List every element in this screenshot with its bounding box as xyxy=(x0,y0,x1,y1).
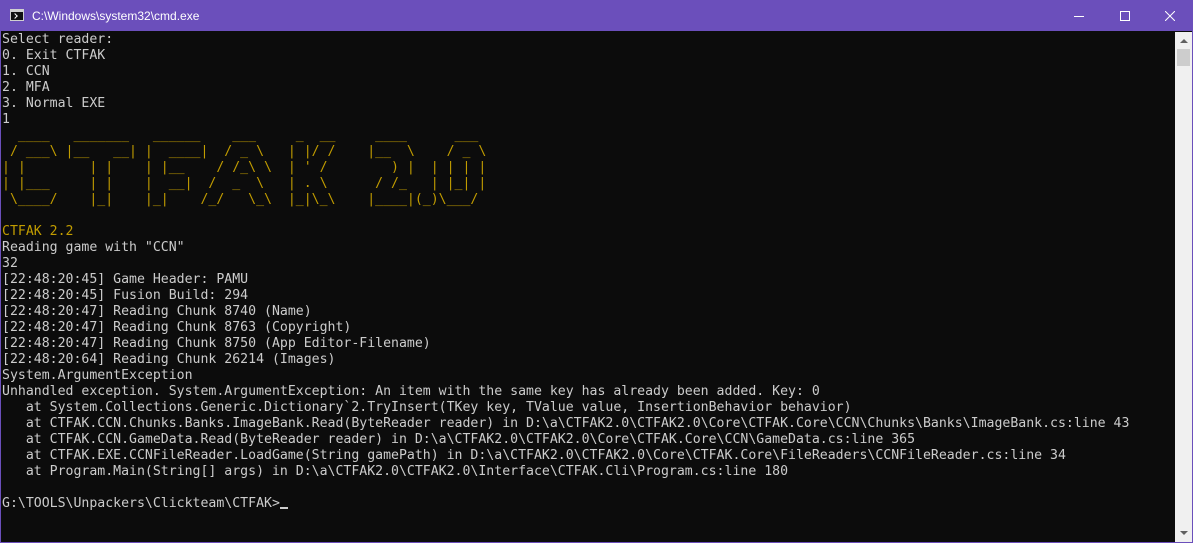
console-icon[interactable] xyxy=(10,9,24,21)
scroll-down-arrow-icon[interactable] xyxy=(1175,525,1192,542)
log-line: [22:48:20:47] Reading Chunk 8763 (Copyri… xyxy=(2,320,352,335)
scroll-up-arrow-icon[interactable] xyxy=(1175,32,1192,49)
console-line: 0. Exit CTFAK xyxy=(2,48,106,63)
minimize-icon xyxy=(1074,16,1084,17)
ascii-logo-line: / ___\ |__ __| | ____| / _ \ | |/ / |__ … xyxy=(2,144,487,159)
console-line: 1. CCN xyxy=(2,64,50,79)
maximize-button[interactable] xyxy=(1102,1,1148,31)
title-bar[interactable]: C:\Windows\system32\cmd.exe xyxy=(1,1,1192,31)
console-line: 2. MFA xyxy=(2,80,50,95)
stack-trace-line: at CTFAK.CCN.Chunks.Banks.ImageBank.Read… xyxy=(2,416,1130,431)
log-line: [22:48:20:45] Game Header: PAMU xyxy=(2,272,249,287)
console-line: Select reader: xyxy=(2,32,114,47)
ascii-logo-line: \____/ |_| |_| /_/ \_\ |_|\_\ |____|(_)\… xyxy=(2,192,479,207)
vertical-scrollbar[interactable] xyxy=(1175,32,1192,542)
ascii-logo-line: | | | | | |__ / /_\ \ | ' / ) | | | | | xyxy=(2,160,487,175)
minimize-button[interactable] xyxy=(1056,1,1102,31)
ascii-logo-line: ____ _______ ______ ___ _ __ ____ ___ xyxy=(2,128,479,143)
stack-trace-line: at Program.Main(String[] args) in D:\a\C… xyxy=(2,464,789,479)
version-line: CTFAK 2.2 xyxy=(2,224,74,239)
console-output[interactable]: Select reader: 0. Exit CTFAK 1. CCN 2. M… xyxy=(1,32,1175,542)
text-cursor xyxy=(279,507,288,509)
console-line: 3. Normal EXE xyxy=(2,96,106,111)
stack-trace-line: at CTFAK.EXE.CCNFileReader.LoadGame(Stri… xyxy=(2,448,1066,463)
exception-line: System.ArgumentException xyxy=(2,368,193,383)
close-button[interactable] xyxy=(1147,1,1192,31)
stack-trace-line: at System.Collections.Generic.Dictionary… xyxy=(2,400,852,415)
maximize-icon xyxy=(1120,11,1130,21)
log-line: [22:48:20:47] Reading Chunk 8740 (Name) xyxy=(2,304,312,319)
cmd-window: C:\Windows\system32\cmd.exe Select reade… xyxy=(0,0,1193,543)
scrollbar-thumb[interactable] xyxy=(1177,49,1190,66)
ascii-logo-line: | |___ | | | __| / _ \ | . \ / /_ | |_| … xyxy=(2,176,487,191)
log-line: [22:48:20:45] Fusion Build: 294 xyxy=(2,288,249,303)
close-icon xyxy=(1165,11,1175,21)
console-line: Reading game with "CCN" xyxy=(2,240,185,255)
log-line: [22:48:20:64] Reading Chunk 26214 (Image… xyxy=(2,352,336,367)
console-line: 32 xyxy=(2,256,18,271)
console-line: 1 xyxy=(2,112,10,127)
prompt-text: G:\TOOLS\Unpackers\Clickteam\CTFAK> xyxy=(2,496,280,511)
prompt-line[interactable]: G:\TOOLS\Unpackers\Clickteam\CTFAK> xyxy=(1,496,1175,512)
exception-line: Unhandled exception. System.ArgumentExce… xyxy=(2,384,820,399)
log-line: [22:48:20:47] Reading Chunk 8750 (App Ed… xyxy=(2,336,431,351)
stack-trace-line: at CTFAK.CCN.GameData.Read(ByteReader re… xyxy=(2,432,916,447)
window-title: C:\Windows\system32\cmd.exe xyxy=(32,9,200,23)
